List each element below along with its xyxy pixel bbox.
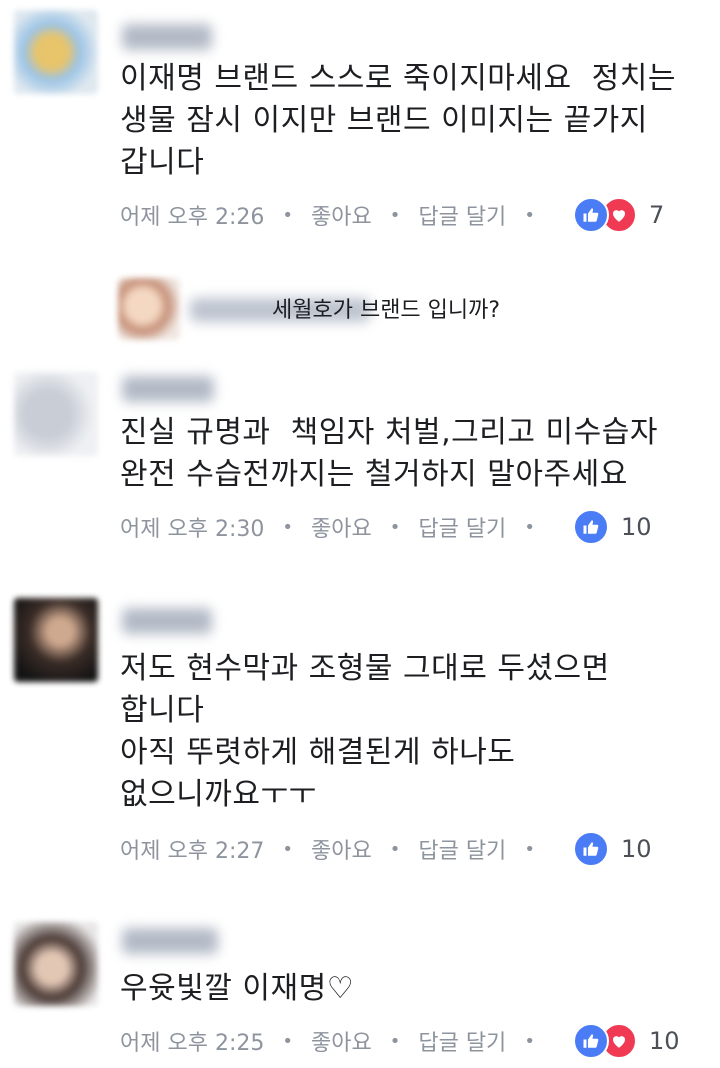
commenter-name[interactable] (122, 928, 218, 954)
timestamp: 어제 오후 2:26 (120, 205, 265, 230)
like-icon (572, 197, 609, 233)
reply-button[interactable]: 답글 달기 (418, 1025, 506, 1057)
comment-meta: 어제 오후 2:26 • 좋아요 • 답글 달기 • 7 (120, 197, 710, 233)
commenter-name[interactable] (122, 24, 212, 50)
reply-button[interactable]: 답글 달기 (418, 511, 506, 543)
comment-text: 진실 규명과 책임자 처벌,그리고 미수습자 완전 수습전까지는 철거하지 말아… (120, 415, 658, 492)
comment-meta: 어제 오후 2:30 • 좋아요 • 답글 달기 • 10 (120, 509, 710, 545)
comment-meta: 어제 오후 2:25 • 좋아요 • 답글 달기 • 10 (120, 1023, 710, 1059)
separator-dot: • (524, 204, 535, 226)
reply-preview[interactable]: 세월호가 브랜드 입니까? (118, 278, 718, 340)
separator-dot: • (282, 1030, 293, 1052)
reactions-summary[interactable]: 7 (572, 197, 665, 233)
timestamp: 어제 오후 2:25 (120, 1031, 265, 1056)
avatar[interactable] (14, 372, 98, 456)
comment-text: 이재명 브랜드 스스로 죽이지마세요 정치는 생물 잠시 이지만 브랜드 이미지… (120, 61, 676, 180)
comment-text: 저도 현수막과 조형물 그대로 두셨으면 합니다 아직 뚜렷하게 해결된게 하나… (120, 651, 610, 812)
separator-dot: • (389, 204, 401, 226)
separator-dot: • (389, 516, 401, 538)
reactions-summary[interactable]: 10 (572, 509, 652, 545)
separator-dot: • (524, 838, 535, 860)
reaction-count: 10 (620, 835, 652, 863)
reply-text: 세월호가 브랜드 입니까? (272, 298, 501, 323)
avatar[interactable] (14, 598, 98, 682)
like-icon (572, 831, 609, 867)
avatar[interactable] (14, 922, 98, 1006)
reply-button[interactable]: 답글 달기 (418, 833, 506, 865)
commenter-name[interactable] (122, 608, 212, 634)
reactions-summary[interactable]: 10 (572, 831, 652, 867)
comment-text: 우윳빛깔 이재명♡ (120, 971, 355, 1006)
separator-dot: • (282, 516, 293, 538)
timestamp: 어제 오후 2:30 (120, 517, 265, 542)
reaction-count: 7 (648, 201, 665, 229)
reply-avatar[interactable] (118, 278, 180, 340)
separator-dot: • (524, 1030, 535, 1052)
reaction-count: 10 (620, 513, 652, 541)
reactions-summary[interactable]: 10 (572, 1023, 680, 1059)
separator-dot: • (389, 838, 401, 860)
reply-button[interactable]: 답글 달기 (418, 199, 506, 231)
separator-dot: • (282, 204, 293, 226)
like-icon (572, 509, 609, 545)
like-button[interactable]: 좋아요 (311, 833, 372, 865)
like-button[interactable]: 좋아요 (311, 1025, 372, 1057)
timestamp: 어제 오후 2:27 (120, 839, 265, 864)
like-icon (572, 1023, 609, 1059)
avatar[interactable] (14, 10, 98, 94)
reaction-count: 10 (648, 1027, 680, 1055)
separator-dot: • (389, 1030, 401, 1052)
like-button[interactable]: 좋아요 (311, 199, 372, 231)
separator-dot: • (524, 516, 535, 538)
commenter-name[interactable] (122, 376, 214, 402)
separator-dot: • (282, 838, 293, 860)
like-button[interactable]: 좋아요 (311, 511, 372, 543)
comment-meta: 어제 오후 2:27 • 좋아요 • 답글 달기 • 10 (120, 831, 710, 867)
